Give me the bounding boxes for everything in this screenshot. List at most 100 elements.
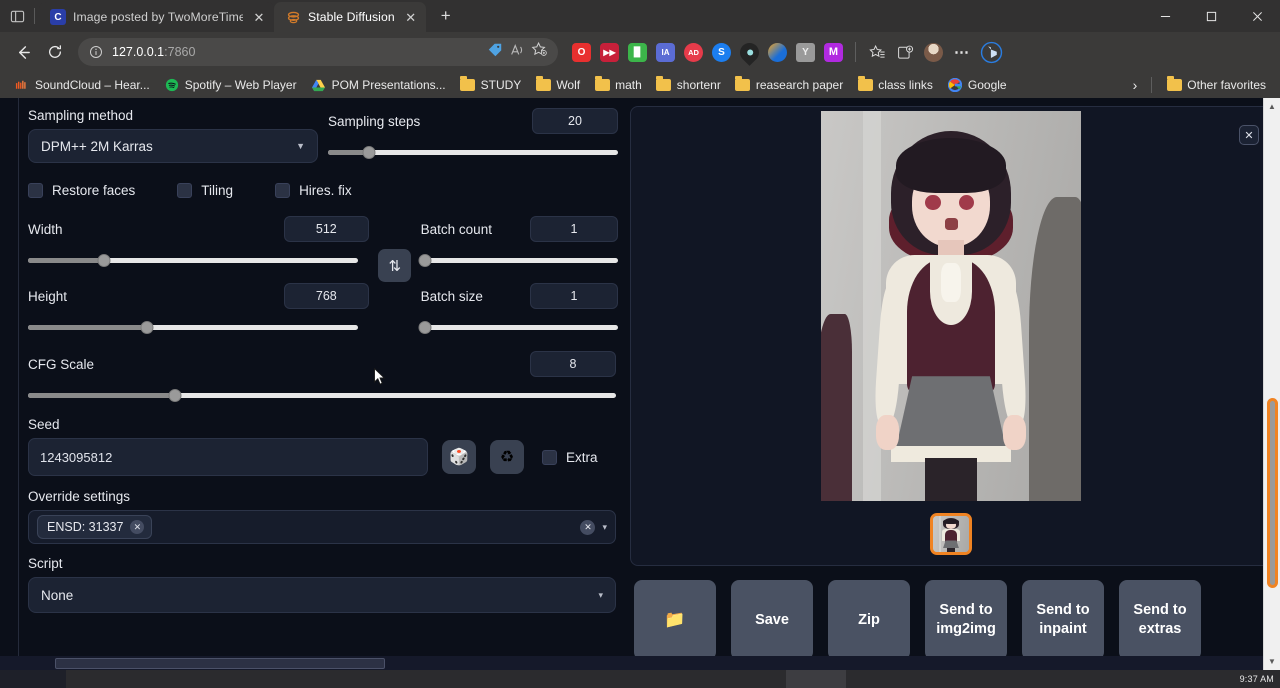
override-setting-tag[interactable]: ENSD: 31337 ✕ [37, 515, 152, 539]
slider-thumb[interactable] [362, 146, 375, 159]
slider-thumb[interactable] [418, 321, 431, 334]
settings-more-icon[interactable]: ⋯ [952, 43, 971, 62]
batch-size-slider[interactable] [421, 320, 618, 334]
bookmark-google[interactable]: Google [941, 75, 1013, 95]
browser-tab-1[interactable]: C Image posted by TwoMoreTimes ✕ [39, 2, 274, 32]
firefox-color-icon[interactable] [768, 43, 787, 62]
checkbox-box[interactable] [177, 183, 192, 198]
height-value[interactable]: 768 [284, 283, 369, 309]
clear-all-icon[interactable]: ✕ [580, 520, 595, 535]
browser-tab-2[interactable]: Stable Diffusion ✕ [274, 2, 426, 32]
tiling-checkbox[interactable]: Tiling [177, 183, 233, 198]
gallery-thumbnail[interactable] [930, 513, 972, 555]
taskbar-start-region[interactable] [0, 670, 66, 688]
height-slider[interactable] [28, 320, 358, 334]
bookmark-shortenr[interactable]: shortenr [650, 75, 727, 95]
send-to-inpaint-button[interactable]: Send to inpaint [1022, 580, 1104, 660]
restore-faces-checkbox[interactable]: Restore faces [28, 183, 135, 198]
extra-seed-checkbox[interactable]: Extra [542, 450, 598, 465]
reload-icon[interactable] [40, 37, 70, 67]
address-bar[interactable]: 127.0.0.1:7860 [78, 38, 558, 66]
checkbox-box[interactable] [542, 450, 557, 465]
vertical-scroll-thumb[interactable] [1267, 398, 1278, 588]
generated-image[interactable] [821, 111, 1081, 501]
shazam-icon[interactable]: S [712, 43, 731, 62]
price-tag-icon[interactable] [487, 42, 503, 63]
tab-actions-icon[interactable] [0, 0, 34, 32]
profile-avatar-icon[interactable] [924, 43, 943, 62]
send-to-extras-button[interactable]: Send to extras [1119, 580, 1201, 660]
sampling-method-dropdown[interactable]: DPM++ 2M Karras ▼ [28, 129, 318, 163]
yandex-icon[interactable]: Y [796, 43, 815, 62]
bookmark-soundcloud[interactable]: SoundCloud – Hear... [8, 75, 156, 95]
checkbox-box[interactable] [275, 183, 290, 198]
close-gallery-icon[interactable]: ✕ [1239, 125, 1259, 145]
bookmark-class-links[interactable]: class links [851, 75, 939, 95]
checkbox-box[interactable] [28, 183, 43, 198]
location-pin-icon[interactable] [736, 39, 763, 66]
override-settings-field[interactable]: ENSD: 31337 ✕ ✕ ▾ [28, 510, 616, 544]
width-value[interactable]: 512 [284, 216, 369, 242]
chevron-down-icon[interactable]: ▾ [602, 522, 607, 533]
minimize-button[interactable] [1142, 0, 1188, 32]
opera-icon[interactable]: O [572, 43, 591, 62]
page-horizontal-scrollbar[interactable] [0, 656, 1263, 670]
bookmark-study[interactable]: STUDY [454, 75, 528, 95]
random-seed-dice-icon[interactable]: 🎲 [442, 440, 476, 474]
bookmark-reasearch-paper[interactable]: reasearch paper [729, 75, 849, 95]
zip-button[interactable]: Zip [828, 580, 910, 660]
bookmark-divider [1151, 77, 1152, 93]
reuse-seed-recycle-icon[interactable]: ♻ [490, 440, 524, 474]
collections-icon[interactable] [868, 43, 887, 62]
bookmarks-overflow-chevron[interactable]: › [1127, 77, 1144, 93]
video-downloader-icon[interactable]: ▶▶ [600, 43, 619, 62]
taskbar-window-button[interactable] [786, 670, 846, 688]
open-folder-button[interactable]: 📁 [634, 580, 716, 660]
hires-fix-checkbox[interactable]: Hires. fix [275, 183, 352, 198]
page-vertical-scrollbar[interactable]: ▲ ▼ [1263, 98, 1280, 670]
monkeytype-icon[interactable]: M [824, 43, 843, 62]
bookmark-spotify[interactable]: Spotify – Web Player [158, 75, 303, 95]
scroll-up-arrow-icon[interactable]: ▲ [1264, 98, 1280, 115]
site-info-icon[interactable] [88, 44, 104, 60]
sampling-steps-value[interactable]: 20 [532, 108, 618, 134]
slider-thumb[interactable] [97, 254, 110, 267]
save-button[interactable]: Save [731, 580, 813, 660]
bookmark-other-favorites[interactable]: Other favorites [1160, 75, 1272, 95]
bookmark-pom-presentations[interactable]: POM Presentations... [305, 75, 452, 95]
batch-size-value[interactable]: 1 [530, 283, 618, 309]
horizontal-scroll-thumb[interactable] [55, 658, 385, 669]
swap-dimensions-button[interactable]: ⇅ [378, 249, 411, 282]
read-aloud-icon[interactable] [509, 42, 525, 63]
batch-count-value[interactable]: 1 [530, 216, 618, 242]
slider-thumb[interactable] [140, 321, 153, 334]
back-icon[interactable] [8, 37, 38, 67]
slider-thumb[interactable] [418, 254, 431, 267]
width-slider[interactable] [28, 253, 358, 267]
scroll-down-arrow-icon[interactable]: ▼ [1264, 653, 1280, 670]
cfg-scale-value[interactable]: 8 [530, 351, 616, 377]
cfg-scale-slider[interactable] [28, 388, 616, 402]
tab-close-icon[interactable]: ✕ [402, 8, 420, 26]
slider-fill [28, 393, 175, 398]
batch-count-slider[interactable] [421, 253, 618, 267]
taskbar-clock[interactable]: 9:37 AM [1240, 674, 1274, 684]
favorite-star-icon[interactable] [531, 41, 548, 63]
new-tab-button[interactable]: + [432, 2, 460, 30]
send-to-img2img-button[interactable]: Send to img2img [925, 580, 1007, 660]
maximize-button[interactable] [1188, 0, 1234, 32]
seed-input[interactable]: 1243095812 [28, 438, 428, 476]
add-to-collection-icon[interactable] [896, 43, 915, 62]
remove-tag-icon[interactable]: ✕ [130, 520, 144, 534]
bookmark-wolf[interactable]: Wolf [529, 75, 586, 95]
script-dropdown[interactable]: None ▾ [28, 577, 616, 613]
close-window-button[interactable] [1234, 0, 1280, 32]
adblock-icon[interactable]: AD [684, 43, 703, 62]
tab-close-icon[interactable]: ✕ [250, 8, 268, 26]
bookmark-math[interactable]: math [588, 75, 648, 95]
internet-archive-icon[interactable]: IA [656, 43, 675, 62]
slider-thumb[interactable] [169, 389, 182, 402]
tunnelbear-icon[interactable]: ▉ [628, 43, 647, 62]
bing-chat-icon[interactable] [980, 41, 1003, 64]
sampling-steps-slider[interactable] [328, 145, 618, 159]
